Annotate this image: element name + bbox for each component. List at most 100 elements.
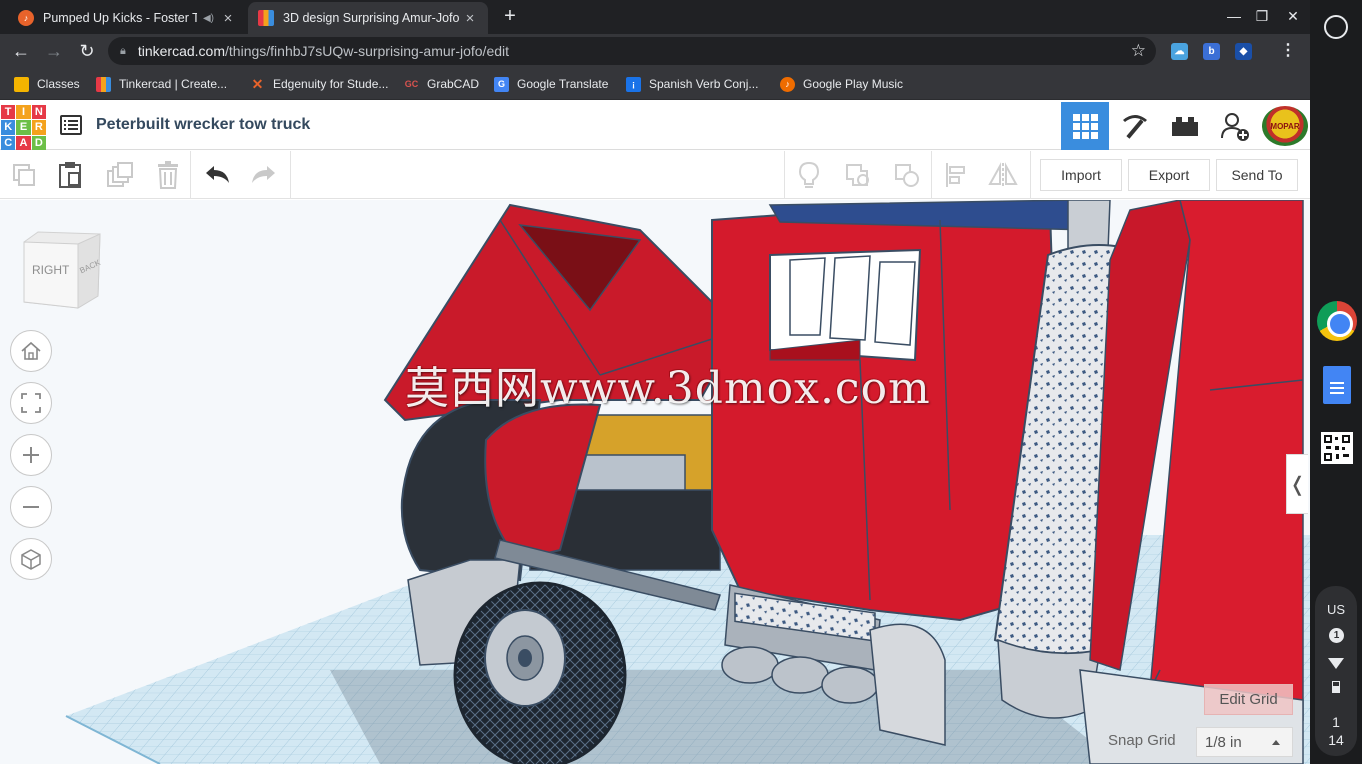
- mirror-button[interactable]: [986, 158, 1020, 192]
- os-shelf: US 1 1 14: [1310, 0, 1362, 764]
- tab-title: 3D design Surprising Amur-Jofo | Tinkerc…: [283, 11, 462, 25]
- back-arrow-icon[interactable]: ←: [9, 39, 33, 63]
- zoom-out-button[interactable]: [10, 486, 52, 528]
- paste-button[interactable]: [53, 158, 87, 192]
- send-to-button[interactable]: Send To: [1216, 159, 1298, 191]
- close-tab-icon[interactable]: ×: [220, 10, 236, 27]
- lock-icon: 🔒︎: [120, 44, 126, 57]
- address-bar[interactable]: 🔒︎ tinkercad.com /things/finhbJ7sUQw-sur…: [108, 37, 1156, 65]
- invite-user-button[interactable]: [1211, 102, 1259, 150]
- logo-letter: R: [31, 120, 46, 135]
- snap-grid-value: 1/8 in: [1205, 733, 1242, 751]
- bookmark-google-translate[interactable]: G Google Translate: [494, 76, 608, 92]
- zoom-in-button[interactable]: [10, 434, 52, 476]
- tab-title: Pumped Up Kicks - Foster The People: [43, 11, 197, 25]
- url-path: /things/finhbJ7sUQw-surprising-amur-jofo…: [225, 43, 510, 59]
- fit-view-button[interactable]: [10, 382, 52, 424]
- tab-pumped-up-kicks[interactable]: ♪ Pumped Up Kicks - Foster The People ◀)…: [8, 2, 246, 34]
- view-cube[interactable]: RIGHT BACK: [22, 230, 102, 310]
- system-tray[interactable]: US 1 1 14: [1315, 586, 1357, 756]
- bookmark-label: Edgenuity for Stude...: [273, 77, 389, 91]
- bookmark-edgenuity[interactable]: ✕ Edgenuity for Stude...: [250, 75, 389, 92]
- import-button[interactable]: Import: [1040, 159, 1122, 191]
- add-user-icon: [1221, 113, 1249, 141]
- edit-grid-button[interactable]: Edit Grid: [1204, 684, 1293, 715]
- toolbar-divider: [190, 151, 191, 199]
- workplane-viewport[interactable]: RIGHT BACK 莫西网www.3dmox.com ❬ Edit Grid …: [0, 200, 1310, 764]
- restore-icon[interactable]: ❐: [1252, 6, 1272, 26]
- home-view-button[interactable]: [10, 330, 52, 372]
- redo-icon: [252, 166, 275, 183]
- group-icon: [846, 164, 869, 186]
- forward-arrow-icon[interactable]: →: [42, 39, 66, 63]
- brick-icon: [1172, 117, 1198, 136]
- bookmark-star-icon[interactable]: ☆: [1131, 41, 1146, 61]
- bookmark-spanish-verb[interactable]: ¡ Spanish Verb Conj...: [626, 76, 758, 92]
- cube-icon: [21, 549, 41, 570]
- logo-letter: E: [16, 120, 31, 135]
- close-tab-icon[interactable]: ×: [462, 10, 478, 27]
- user-avatar[interactable]: MOPAR: [1262, 106, 1308, 146]
- plus-icon: [23, 447, 39, 463]
- bookmark-label: GrabCAD: [427, 77, 480, 91]
- drive-extension-icon[interactable]: ☁: [1171, 43, 1188, 60]
- truck-3d-model[interactable]: [0, 200, 1310, 764]
- minimize-icon[interactable]: —: [1224, 6, 1244, 26]
- logo-letter: A: [16, 135, 31, 150]
- tinkercad-grid-icon: [258, 10, 274, 26]
- snap-grid-select[interactable]: 1/8 in: [1196, 727, 1293, 757]
- bookmark-label: Google Play Music: [803, 77, 904, 91]
- toolbar-divider: [784, 151, 785, 199]
- design-list-icon[interactable]: [60, 115, 82, 135]
- pickaxe-icon: [1123, 115, 1147, 139]
- perspective-button[interactable]: [10, 538, 52, 580]
- shapes-panel-toggle[interactable]: ❬: [1286, 454, 1308, 514]
- chrome-app-icon[interactable]: [1317, 301, 1357, 341]
- b-extension-icon[interactable]: b: [1203, 43, 1220, 60]
- watermark-text: 莫西网www.3dmox.com: [405, 363, 931, 414]
- tinkercad-header: T I N K E R C A D Peterbuilt wrecker tow…: [0, 102, 1310, 150]
- undo-icon: [206, 166, 229, 183]
- design-title[interactable]: Peterbuilt wrecker tow truck: [96, 116, 310, 134]
- close-window-icon[interactable]: ✕: [1283, 6, 1303, 26]
- edgenuity-icon: ✕: [251, 75, 264, 92]
- delete-button[interactable]: [151, 158, 185, 192]
- group-button[interactable]: [841, 158, 875, 192]
- lightbulb-icon: [798, 161, 820, 188]
- undo-button[interactable]: [200, 158, 234, 192]
- new-tab-button[interactable]: +: [498, 5, 522, 29]
- shield-extension-icon[interactable]: ◆: [1235, 43, 1252, 60]
- trash-icon: [158, 161, 178, 189]
- copy-button[interactable]: [7, 158, 41, 192]
- 3d-view-button[interactable]: [1061, 102, 1109, 150]
- logo-letter: T: [1, 105, 16, 120]
- bookmark-tinkercad[interactable]: Tinkercad | Create...: [96, 76, 227, 92]
- launcher-icon[interactable]: [1324, 15, 1348, 39]
- blocks-view-button[interactable]: [1111, 102, 1159, 150]
- wifi-icon: [1328, 658, 1344, 669]
- logo-letter: I: [16, 105, 31, 120]
- duplicate-icon: [107, 162, 133, 187]
- bookmark-google-play-music[interactable]: ♪ Google Play Music: [780, 76, 903, 92]
- orange-music-icon: ♪: [18, 10, 34, 26]
- bookmark-classes[interactable]: Classes: [14, 76, 80, 92]
- notification-count-badge: 1: [1329, 628, 1344, 643]
- duplicate-button[interactable]: [103, 158, 137, 192]
- qr-code-app-icon[interactable]: [1321, 432, 1353, 464]
- bookmark-grabcad[interactable]: GC GrabCAD: [404, 76, 479, 92]
- browser-menu-icon[interactable]: ⋮: [1279, 41, 1297, 61]
- toolbar-divider: [931, 151, 932, 199]
- reload-icon[interactable]: ↻: [75, 39, 99, 63]
- tab-tinkercad-design[interactable]: 3D design Surprising Amur-Jofo | Tinkerc…: [248, 2, 488, 34]
- bricks-view-button[interactable]: [1161, 102, 1209, 150]
- google-docs-icon[interactable]: [1323, 366, 1351, 404]
- mute-tab-icon[interactable]: ◀): [203, 13, 214, 24]
- tinkercad-logo[interactable]: T I N K E R C A D: [1, 105, 46, 150]
- ungroup-button[interactable]: [890, 158, 924, 192]
- align-button[interactable]: [939, 158, 973, 192]
- spanishdict-icon: ¡: [626, 76, 641, 92]
- export-button[interactable]: Export: [1128, 159, 1210, 191]
- redo-button[interactable]: [247, 158, 281, 192]
- notes-button[interactable]: [792, 158, 826, 192]
- home-icon: [21, 341, 41, 360]
